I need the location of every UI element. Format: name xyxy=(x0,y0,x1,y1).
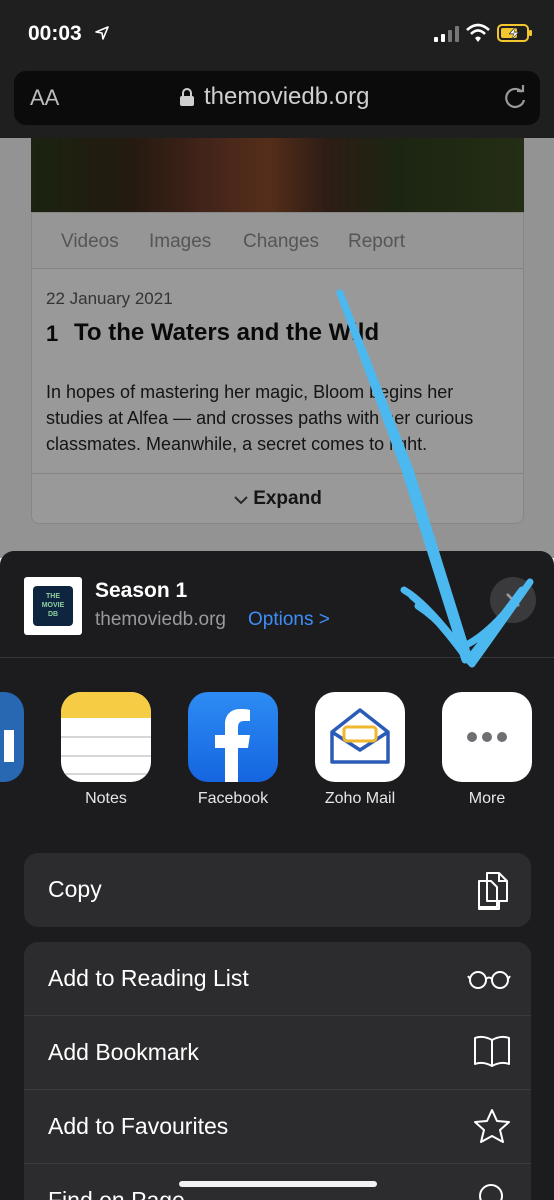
app-label-notes: Notes xyxy=(85,790,127,807)
action-label-favourites: Add to Favourites xyxy=(48,1113,229,1139)
browser-address-area: AA themoviedb.org xyxy=(0,66,554,138)
more-icon xyxy=(467,732,507,742)
action-group-page: Add to Reading List Add Bookmark Add to … xyxy=(24,942,531,1200)
share-title: Season 1 xyxy=(95,579,188,602)
app-more[interactable] xyxy=(442,692,532,782)
app-notes[interactable] xyxy=(61,692,151,782)
site-thumbnail: THE MOVIE DB xyxy=(24,577,82,635)
app-linkedin[interactable] xyxy=(0,692,24,782)
status-time: 00:03 xyxy=(28,22,82,45)
linkedin-icon xyxy=(4,730,14,762)
wifi-icon xyxy=(466,23,490,42)
share-subtitle: themoviedb.org xyxy=(95,609,226,630)
action-label-bookmark: Add Bookmark xyxy=(48,1039,199,1065)
battery-charging-icon xyxy=(497,24,532,42)
facebook-icon xyxy=(215,709,250,782)
action-reading-list[interactable]: Add to Reading List xyxy=(24,942,531,1016)
book-icon xyxy=(474,1035,510,1067)
action-group-copy: Copy xyxy=(24,853,531,927)
address-domain: themoviedb.org xyxy=(204,83,370,110)
location-arrow-icon xyxy=(95,26,109,40)
home-indicator xyxy=(179,1181,377,1187)
action-label-copy: Copy xyxy=(48,876,102,902)
options-link[interactable]: Options > xyxy=(248,609,330,631)
search-icon xyxy=(479,1184,503,1200)
close-button[interactable] xyxy=(490,577,536,623)
app-label-facebook: Facebook xyxy=(197,790,269,807)
share-sheet: THE MOVIE DB Season 1 themoviedb.org Opt… xyxy=(0,551,554,1200)
logo-text-db: DB xyxy=(47,611,59,618)
app-zoho-mail[interactable] xyxy=(315,692,405,782)
app-label-zoho-mail: Zoho Mail xyxy=(324,790,396,807)
address-bar[interactable]: AA themoviedb.org xyxy=(14,71,540,125)
reload-icon[interactable] xyxy=(502,85,528,111)
notes-icon xyxy=(61,692,151,775)
close-icon xyxy=(506,593,520,607)
action-label-reading-list: Add to Reading List xyxy=(48,965,249,991)
logo-text-movie: MOVIE xyxy=(41,602,65,609)
action-favourites[interactable]: Add to Favourites xyxy=(24,1090,531,1164)
tmdb-logo: THE MOVIE DB xyxy=(33,586,73,626)
action-bookmark[interactable]: Add Bookmark xyxy=(24,1016,531,1090)
share-apps-row: In Notes Facebook Zoho Mail More xyxy=(0,658,554,808)
app-facebook[interactable] xyxy=(188,692,278,782)
logo-text-the: THE xyxy=(46,593,60,600)
zoho-mail-icon xyxy=(330,708,390,764)
action-copy[interactable]: Copy xyxy=(24,853,531,927)
lock-icon xyxy=(180,88,194,106)
share-sheet-header: THE MOVIE DB Season 1 themoviedb.org Opt… xyxy=(0,551,554,658)
status-bar: 00:03 xyxy=(0,0,554,66)
dim-overlay xyxy=(0,138,554,558)
action-label-find: Find on Page xyxy=(48,1187,185,1200)
glasses-icon xyxy=(467,971,511,989)
signal-icon xyxy=(434,26,459,42)
copy-icon xyxy=(478,872,508,910)
text-size-button[interactable]: AA xyxy=(30,85,59,111)
app-label-more: More xyxy=(468,790,506,807)
star-icon xyxy=(474,1109,510,1143)
